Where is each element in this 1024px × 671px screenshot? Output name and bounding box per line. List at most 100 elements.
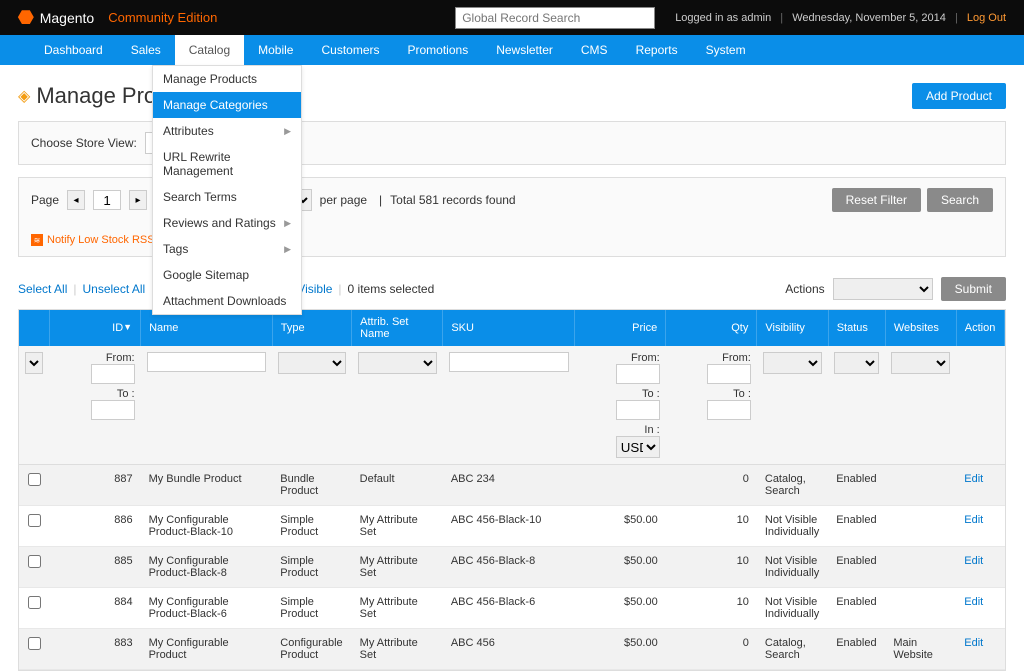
cell-name: My Bundle Product (141, 465, 273, 506)
cell-id: 885 (49, 547, 140, 588)
cell-type: Configurable Product (272, 629, 351, 670)
cell-price: $50.00 (575, 588, 666, 629)
table-row[interactable]: 887My Bundle ProductBundle ProductDefaul… (19, 465, 1005, 506)
cell-price: $50.00 (575, 547, 666, 588)
nav-system[interactable]: System (692, 35, 760, 65)
dropdown-item[interactable]: Reviews and Ratings▶ (153, 210, 301, 236)
table-row[interactable]: 884My Configurable Product-Black-6Simple… (19, 588, 1005, 629)
col-name[interactable]: Name (141, 310, 273, 346)
row-checkbox[interactable] (28, 473, 41, 486)
cell-qty: 10 (666, 547, 757, 588)
global-search-input[interactable] (455, 7, 655, 29)
cell-qty: 0 (666, 629, 757, 670)
cell-visibility: Not Visible Individually (757, 588, 828, 629)
cell-qty: 10 (666, 506, 757, 547)
col-type[interactable]: Type (272, 310, 351, 346)
cell-status: Enabled (828, 588, 885, 629)
filter-any-select[interactable]: Any (25, 352, 43, 374)
filter-name[interactable] (147, 352, 267, 372)
actions-select[interactable] (833, 278, 933, 300)
dropdown-item[interactable]: Attributes▶ (153, 118, 301, 144)
cell-id: 883 (49, 629, 140, 670)
cell-attrset: My Attribute Set (352, 629, 443, 670)
dropdown-item[interactable]: Google Sitemap (153, 262, 301, 288)
table-row[interactable]: 883My Configurable ProductConfigurable P… (19, 629, 1005, 670)
table-row[interactable]: 886My Configurable Product-Black-10Simpl… (19, 506, 1005, 547)
sort-desc-icon: ▼ (123, 322, 132, 332)
nav-mobile[interactable]: Mobile (244, 35, 307, 65)
dropdown-item[interactable]: URL Rewrite Management (153, 144, 301, 184)
filter-attrset[interactable] (358, 352, 437, 374)
cell-visibility: Catalog, Search (757, 465, 828, 506)
select-all-link[interactable]: Select All (18, 282, 67, 296)
actions-label: Actions (785, 282, 824, 296)
filter-status[interactable] (834, 352, 879, 374)
edit-link[interactable]: Edit (964, 637, 983, 649)
col-visibility[interactable]: Visibility (757, 310, 828, 346)
nav-customers[interactable]: Customers (307, 35, 393, 65)
filter-id-from[interactable] (91, 364, 135, 384)
dropdown-item[interactable]: Manage Categories (153, 92, 301, 118)
col-price[interactable]: Price (575, 310, 666, 346)
nav-catalog[interactable]: Catalog (175, 35, 244, 65)
reset-filter-button[interactable]: Reset Filter (832, 188, 921, 212)
col-sku[interactable]: SKU (443, 310, 575, 346)
edit-link[interactable]: Edit (964, 514, 983, 526)
catalog-dropdown: Manage ProductsManage CategoriesAttribut… (152, 65, 302, 315)
date-label: Wednesday, November 5, 2014 (792, 12, 946, 24)
filter-price-to[interactable] (616, 400, 660, 420)
edit-link[interactable]: Edit (964, 596, 983, 608)
filter-websites[interactable] (891, 352, 950, 374)
col-qty[interactable]: Qty (666, 310, 757, 346)
search-button[interactable]: Search (927, 188, 993, 212)
filter-type[interactable] (278, 352, 345, 374)
col-action: Action (956, 310, 1004, 346)
edit-link[interactable]: Edit (964, 555, 983, 567)
col-status[interactable]: Status (828, 310, 885, 346)
nav-sales[interactable]: Sales (117, 35, 175, 65)
dropdown-item[interactable]: Manage Products (153, 66, 301, 92)
page-current-input[interactable] (93, 190, 121, 210)
edit-link[interactable]: Edit (964, 473, 983, 485)
cell-price: $50.00 (575, 506, 666, 547)
submit-button[interactable]: Submit (941, 277, 1006, 301)
page-next-button[interactable]: ▸ (129, 190, 147, 210)
filter-price-from[interactable] (616, 364, 660, 384)
filter-qty-from[interactable] (707, 364, 751, 384)
cell-type: Simple Product (272, 506, 351, 547)
dropdown-item[interactable]: Attachment Downloads (153, 288, 301, 314)
col-id[interactable]: ID▼ (49, 310, 140, 346)
unselect-all-link[interactable]: Unselect All (82, 282, 145, 296)
filter-qty-to[interactable] (707, 400, 751, 420)
row-checkbox[interactable] (28, 555, 41, 568)
nav-cms[interactable]: CMS (567, 35, 622, 65)
cell-sku: ABC 456-Black-8 (443, 547, 575, 588)
nav-dashboard[interactable]: Dashboard (30, 35, 117, 65)
nav-reports[interactable]: Reports (622, 35, 692, 65)
col-websites[interactable]: Websites (885, 310, 956, 346)
row-checkbox[interactable] (28, 596, 41, 609)
col-attrset[interactable]: Attrib. Set Name (352, 310, 443, 346)
logout-link[interactable]: Log Out (967, 12, 1006, 24)
table-row[interactable]: 885My Configurable Product-Black-8Simple… (19, 547, 1005, 588)
nav-newsletter[interactable]: Newsletter (482, 35, 567, 65)
dropdown-item[interactable]: Tags▶ (153, 236, 301, 262)
row-checkbox[interactable] (28, 637, 41, 650)
dropdown-item[interactable]: Search Terms (153, 184, 301, 210)
row-checkbox[interactable] (28, 514, 41, 527)
page-prev-button[interactable]: ◂ (67, 190, 85, 210)
cell-type: Bundle Product (272, 465, 351, 506)
cell-status: Enabled (828, 465, 885, 506)
nav-promotions[interactable]: Promotions (394, 35, 483, 65)
cell-attrset: My Attribute Set (352, 506, 443, 547)
rss-link[interactable]: ≋ Notify Low Stock RSS (31, 234, 155, 246)
filter-sku[interactable] (449, 352, 569, 372)
cell-status: Enabled (828, 506, 885, 547)
filter-visibility[interactable] (763, 352, 822, 374)
cell-websites: Main Website (885, 629, 956, 670)
filter-id-to[interactable] (91, 400, 135, 420)
cell-status: Enabled (828, 629, 885, 670)
add-product-button[interactable]: Add Product (912, 83, 1006, 109)
filter-currency[interactable]: USD (616, 436, 660, 458)
cell-name: My Configurable Product-Black-8 (141, 547, 273, 588)
